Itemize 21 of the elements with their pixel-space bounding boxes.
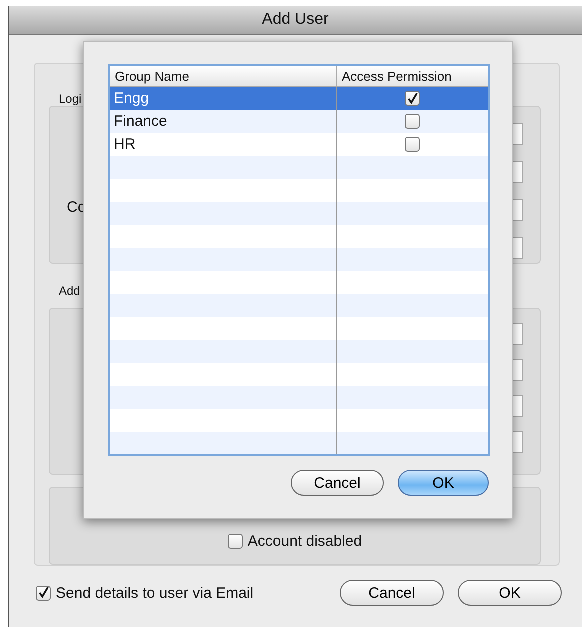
checkbox[interactable] <box>405 91 420 106</box>
checkbox[interactable] <box>36 586 51 600</box>
table-cell-text: Engg <box>113 89 150 109</box>
table-cell-text: HR <box>113 135 137 155</box>
dialog-button[interactable]: OK <box>458 580 562 606</box>
checkbox[interactable] <box>228 534 243 549</box>
window-title: Add User <box>262 11 329 29</box>
sheet-button[interactable]: Cancel <box>291 470 384 496</box>
group-label: Logi <box>59 92 82 106</box>
checkbox-label: Send details to user via Email <box>56 584 254 602</box>
table-row[interactable]: Finance <box>110 110 488 133</box>
dialog-button[interactable]: Cancel <box>340 580 444 606</box>
table-cell-text: Finance <box>113 112 168 132</box>
sheet-button[interactable]: OK <box>398 470 489 496</box>
checkbox-label: Account disabled <box>248 533 362 550</box>
checkbox[interactable] <box>405 114 420 129</box>
table-row[interactable]: Engg <box>110 87 488 110</box>
column-header[interactable]: Group Name <box>110 66 336 86</box>
group-label: Add <box>59 284 80 298</box>
checkbox[interactable] <box>405 137 420 152</box>
column-header[interactable]: Access Permission <box>336 66 488 86</box>
